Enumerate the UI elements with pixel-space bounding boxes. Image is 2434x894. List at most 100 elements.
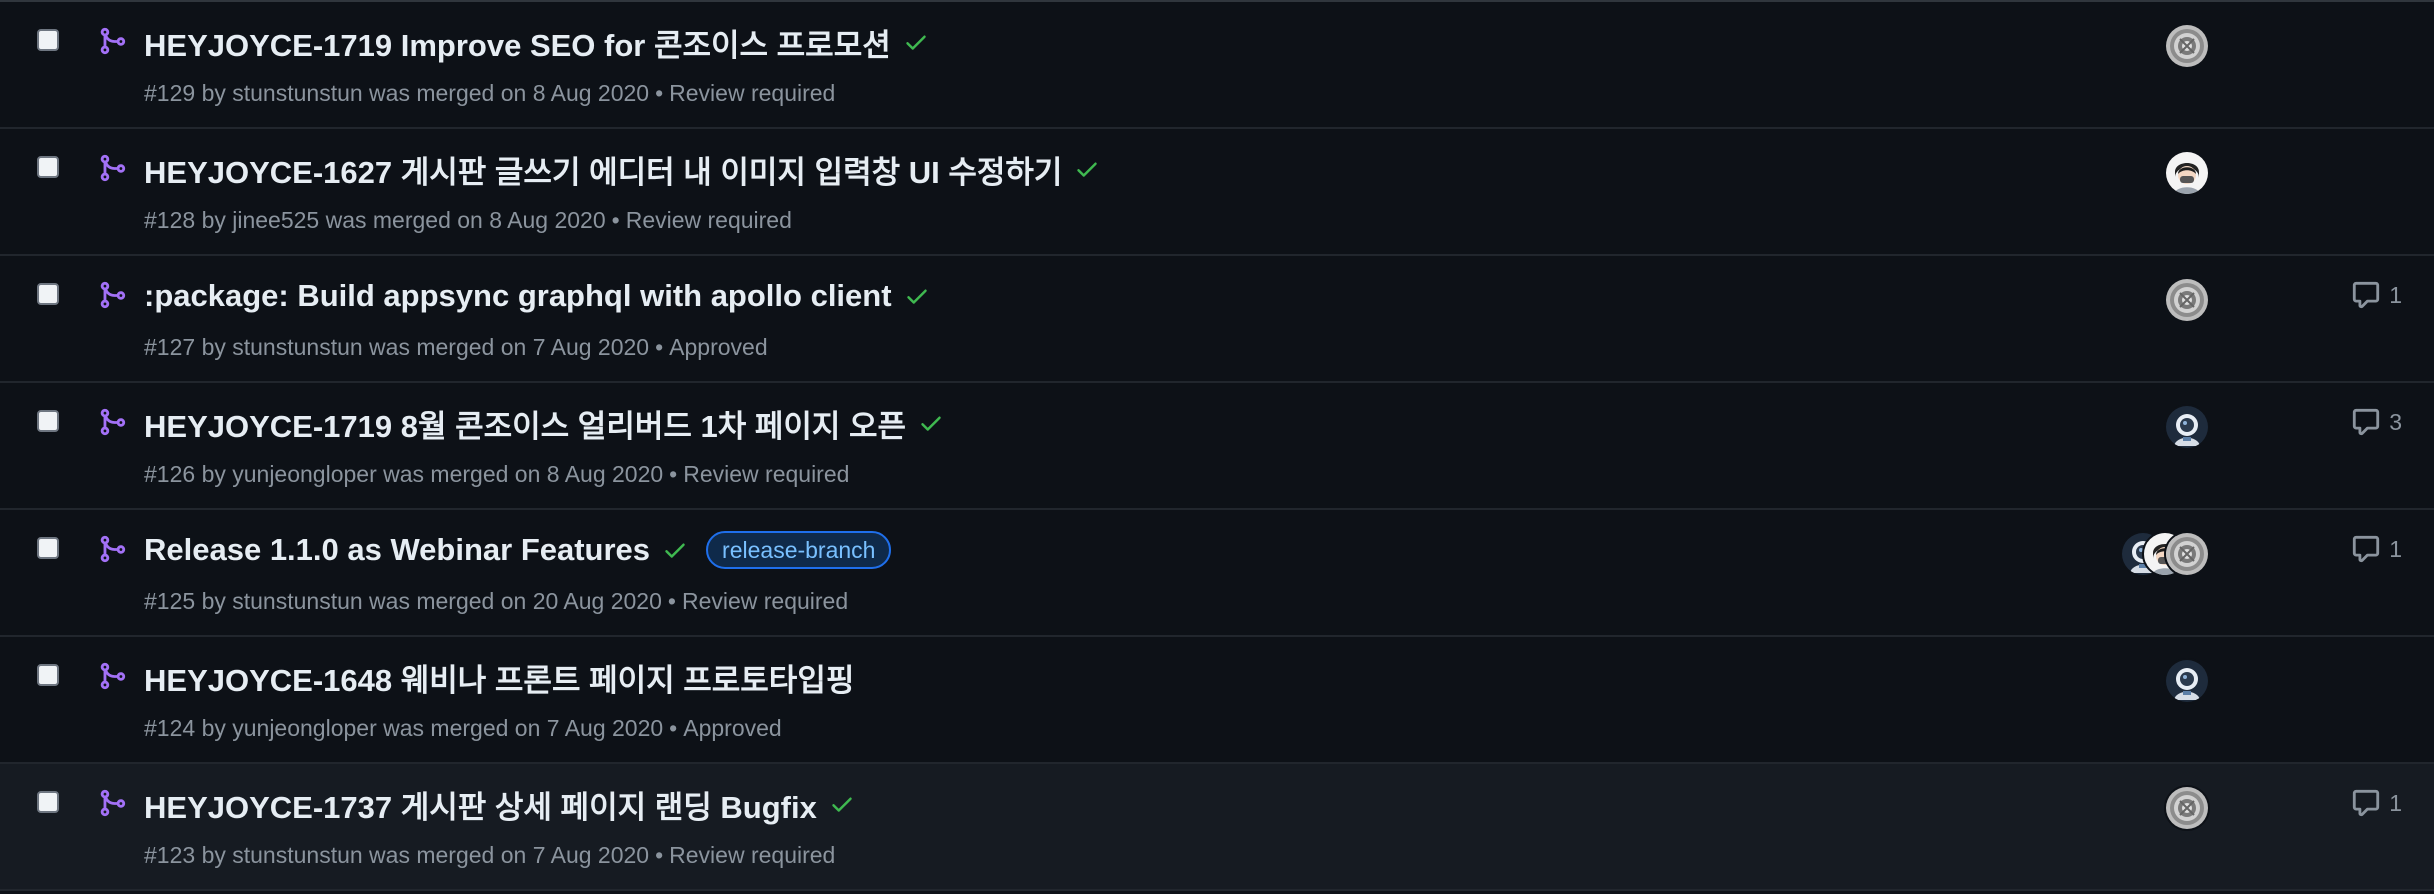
comment-icon xyxy=(2351,407,2389,437)
git-merge-icon xyxy=(97,788,127,818)
separator-dot: • xyxy=(669,715,678,741)
assignee-avatars xyxy=(2120,531,2210,577)
title-line: HEYJOYCE-1627 게시판 글쓰기 에디터 내 이미지 입력창 UI 수… xyxy=(144,147,1100,191)
pull-request-meta: #123 by stunstunstun was merged on 7 Aug… xyxy=(144,842,835,869)
review-status[interactable]: Review required xyxy=(683,461,849,487)
avatar[interactable] xyxy=(2164,658,2210,704)
pull-request-title-link[interactable]: HEYJOYCE-1627 게시판 글쓰기 에디터 내 이미지 입력창 UI 수… xyxy=(144,147,1062,192)
check-icon[interactable] xyxy=(918,410,944,436)
pull-request-title-link[interactable]: HEYJOYCE-1648 웨비나 프론트 페이지 프로토타입핑 xyxy=(144,655,854,700)
pull-request-row[interactable]: Release 1.1.0 as Webinar Features release… xyxy=(0,510,2434,637)
pull-request-row[interactable]: HEYJOYCE-1648 웨비나 프론트 페이지 프로토타입핑 #124 by … xyxy=(0,637,2434,764)
pull-request-meta: #126 by yunjeongloper was merged on 8 Au… xyxy=(144,461,849,488)
merged-info: by stunstunstun was merged on 20 Aug 202… xyxy=(201,588,662,614)
assignee-avatars xyxy=(2164,23,2210,69)
separator-dot: • xyxy=(655,334,664,360)
separator-dot: • xyxy=(655,80,664,106)
git-merge-icon xyxy=(97,153,127,183)
check-icon[interactable] xyxy=(662,537,688,563)
pull-request-row[interactable]: :package: Build appsync graphql with apo… xyxy=(0,256,2434,383)
merged-info: by stunstunstun was merged on 8 Aug 2020 xyxy=(201,80,650,106)
separator-dot: • xyxy=(611,207,620,233)
select-checkbox[interactable] xyxy=(37,410,59,432)
check-icon[interactable] xyxy=(903,29,929,55)
pull-request-title-link[interactable]: HEYJOYCE-1719 8월 콘조이스 얼리버드 1차 페이지 오픈 xyxy=(144,401,906,446)
avatar[interactable] xyxy=(2164,23,2210,69)
title-line: Release 1.1.0 as Webinar Features release… xyxy=(144,528,892,572)
merged-info: by yunjeongloper was merged on 7 Aug 202… xyxy=(201,715,664,741)
select-checkbox[interactable] xyxy=(37,156,59,178)
comment-icon xyxy=(2351,280,2389,310)
assignee-avatars xyxy=(2164,785,2210,831)
comments-link[interactable]: 1 xyxy=(2351,788,2402,818)
pull-request-number: #129 xyxy=(144,80,196,106)
check-icon[interactable] xyxy=(904,283,930,309)
pull-request-number: #123 xyxy=(144,842,196,868)
review-status[interactable]: Approved xyxy=(683,715,781,741)
comment-count: 3 xyxy=(2389,408,2402,435)
review-status[interactable]: Review required xyxy=(669,842,835,868)
separator-dot: • xyxy=(667,588,676,614)
comment-count: 1 xyxy=(2389,535,2402,562)
merged-info: by stunstunstun was merged on 7 Aug 2020 xyxy=(201,842,650,868)
review-status[interactable]: Review required xyxy=(669,80,835,106)
check-icon[interactable] xyxy=(829,791,855,817)
select-checkbox[interactable] xyxy=(37,283,59,305)
pull-request-meta: #124 by yunjeongloper was merged on 7 Au… xyxy=(144,715,782,742)
pull-request-number: #126 xyxy=(144,461,196,487)
comment-icon xyxy=(2351,788,2389,818)
merged-info: by jinee525 was merged on 8 Aug 2020 xyxy=(201,207,606,233)
pull-request-title-link[interactable]: HEYJOYCE-1737 게시판 상세 페이지 랜딩 Bugfix xyxy=(144,782,817,827)
git-merge-icon xyxy=(97,534,127,564)
title-line: HEYJOYCE-1737 게시판 상세 페이지 랜딩 Bugfix xyxy=(144,782,855,826)
comments-link[interactable]: 3 xyxy=(2351,407,2402,437)
review-status[interactable]: Review required xyxy=(682,588,848,614)
pull-request-meta: #129 by stunstunstun was merged on 8 Aug… xyxy=(144,80,835,107)
git-merge-icon xyxy=(97,661,127,691)
merged-info: by stunstunstun was merged on 7 Aug 2020 xyxy=(201,334,650,360)
pull-request-number: #124 xyxy=(144,715,196,741)
avatar[interactable] xyxy=(2164,531,2210,577)
git-merge-icon xyxy=(97,280,127,310)
merged-info: by yunjeongloper was merged on 8 Aug 202… xyxy=(201,461,664,487)
comments-link[interactable]: 1 xyxy=(2351,534,2402,564)
pull-request-number: #125 xyxy=(144,588,196,614)
label-badge[interactable]: release-branch xyxy=(706,531,892,569)
comments-link[interactable]: 1 xyxy=(2351,280,2402,310)
git-merge-icon xyxy=(97,407,127,437)
pull-request-title-link[interactable]: HEYJOYCE-1719 Improve SEO for 콘조이스 프로모션 xyxy=(144,20,891,65)
check-icon[interactable] xyxy=(1074,156,1100,182)
review-status[interactable]: Approved xyxy=(669,334,767,360)
pull-request-meta: #125 by stunstunstun was merged on 20 Au… xyxy=(144,588,848,615)
comment-count: 1 xyxy=(2389,281,2402,308)
avatar[interactable] xyxy=(2164,785,2210,831)
pull-request-list: HEYJOYCE-1719 Improve SEO for 콘조이스 프로모션 #… xyxy=(0,0,2434,894)
title-line: HEYJOYCE-1648 웨비나 프론트 페이지 프로토타입핑 xyxy=(144,655,854,699)
select-checkbox[interactable] xyxy=(37,29,59,51)
pull-request-title-link[interactable]: Release 1.1.0 as Webinar Features xyxy=(144,532,650,568)
separator-dot: • xyxy=(669,461,678,487)
pull-request-row[interactable]: HEYJOYCE-1719 8월 콘조이스 얼리버드 1차 페이지 오픈 #126… xyxy=(0,383,2434,510)
pull-request-meta: #128 by jinee525 was merged on 8 Aug 202… xyxy=(144,207,792,234)
assignee-avatars xyxy=(2164,404,2210,450)
pull-request-title-link[interactable]: :package: Build appsync graphql with apo… xyxy=(144,278,892,314)
pull-request-row[interactable]: HEYJOYCE-1719 Improve SEO for 콘조이스 프로모션 #… xyxy=(0,2,2434,129)
title-line: HEYJOYCE-1719 Improve SEO for 콘조이스 프로모션 xyxy=(144,20,929,64)
title-line: HEYJOYCE-1719 8월 콘조이스 얼리버드 1차 페이지 오픈 xyxy=(144,401,944,445)
select-checkbox[interactable] xyxy=(37,791,59,813)
avatar[interactable] xyxy=(2164,150,2210,196)
pull-request-row[interactable]: HEYJOYCE-1627 게시판 글쓰기 에디터 내 이미지 입력창 UI 수… xyxy=(0,129,2434,256)
pull-request-meta: #127 by stunstunstun was merged on 7 Aug… xyxy=(144,334,768,361)
comment-icon xyxy=(2351,534,2389,564)
assignee-avatars xyxy=(2164,150,2210,196)
select-checkbox[interactable] xyxy=(37,664,59,686)
pull-request-row[interactable]: HEYJOYCE-1737 게시판 상세 페이지 랜딩 Bugfix #123 b… xyxy=(0,764,2434,891)
git-merge-icon xyxy=(97,26,127,56)
pull-request-number: #128 xyxy=(144,207,196,233)
assignee-avatars xyxy=(2164,277,2210,323)
avatar[interactable] xyxy=(2164,277,2210,323)
comment-count: 1 xyxy=(2389,789,2402,816)
review-status[interactable]: Review required xyxy=(626,207,792,233)
avatar[interactable] xyxy=(2164,404,2210,450)
select-checkbox[interactable] xyxy=(37,537,59,559)
